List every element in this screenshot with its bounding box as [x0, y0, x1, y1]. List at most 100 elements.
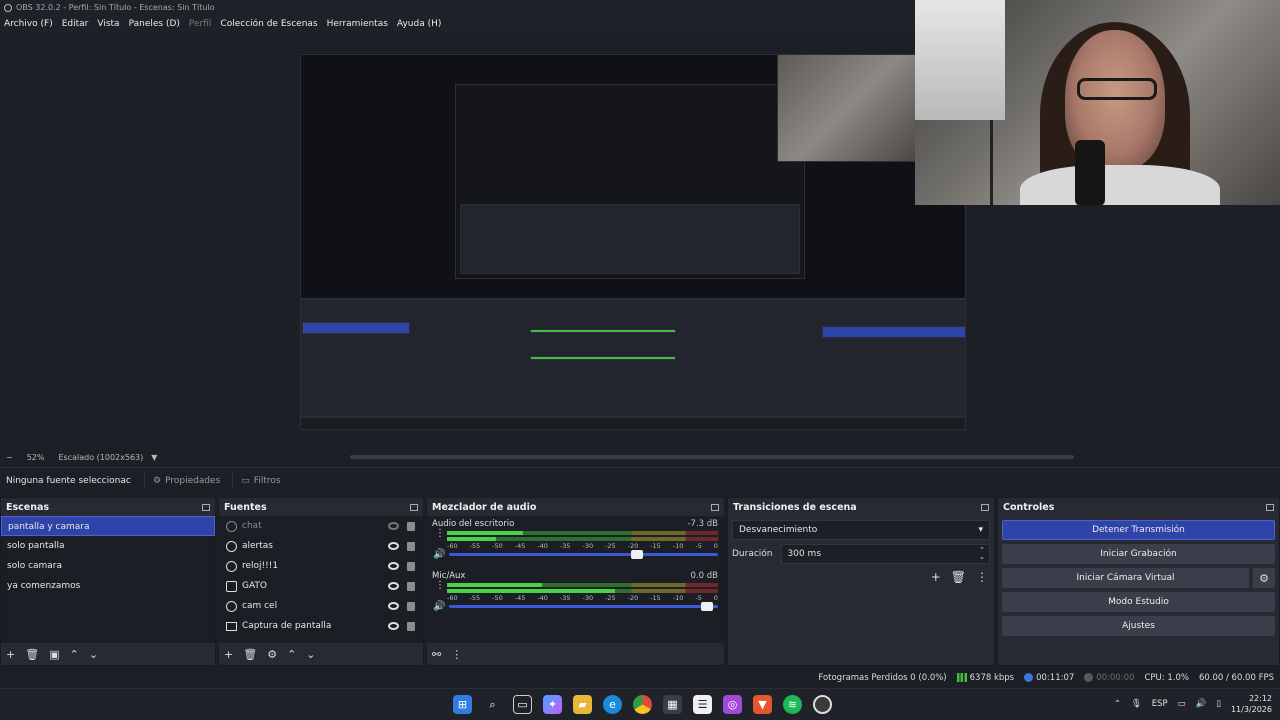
add-transition-icon[interactable]: +	[931, 570, 941, 584]
chevron-up-icon[interactable]: ⌃	[287, 648, 296, 661]
lock-icon[interactable]	[407, 601, 415, 611]
network-icon[interactable]: ▭	[1178, 699, 1186, 709]
obs-icon[interactable]	[813, 695, 832, 714]
speaker-icon[interactable]: 🔊	[433, 601, 445, 612]
volume-icon[interactable]: 🔊	[1196, 699, 1207, 709]
source-item[interactable]: reloj!!!1	[219, 556, 423, 576]
menu-archivo[interactable]: Archivo (F)	[4, 19, 53, 29]
add-source-icon[interactable]: +	[224, 648, 233, 661]
add-scene-icon[interactable]: +	[6, 648, 15, 661]
trash-icon[interactable]: 🗑	[243, 648, 257, 661]
eye-hidden-icon[interactable]	[388, 522, 399, 530]
start-virtualcam-button[interactable]: Iniciar Cámara Virtual	[1002, 568, 1249, 588]
level-meter-left	[447, 531, 718, 535]
lock-icon[interactable]	[407, 581, 415, 591]
eye-icon[interactable]	[388, 562, 399, 570]
undock-icon[interactable]	[711, 503, 719, 511]
undock-icon[interactable]	[410, 503, 418, 511]
app-icon[interactable]: ☰	[693, 695, 712, 714]
more-vertical-icon[interactable]: ⋮	[976, 570, 988, 584]
battery-icon[interactable]: ▯	[1216, 699, 1221, 709]
menu-coleccion-escenas[interactable]: Colección de Escenas	[220, 19, 317, 29]
undock-icon[interactable]	[1266, 503, 1274, 511]
eye-icon[interactable]	[388, 602, 399, 610]
scene-item[interactable]: solo pantalla	[1, 536, 215, 556]
source-item[interactable]: chat	[219, 516, 423, 536]
menu-editar[interactable]: Editar	[62, 19, 89, 29]
eye-icon[interactable]	[388, 622, 399, 630]
undock-icon[interactable]	[981, 503, 989, 511]
spotify-icon[interactable]: ≋	[783, 695, 802, 714]
menu-herramientas[interactable]: Herramientas	[327, 19, 388, 29]
chrome-icon[interactable]	[633, 695, 652, 714]
brave-icon[interactable]: ▼	[753, 695, 772, 714]
menu-ayuda[interactable]: Ayuda (H)	[397, 19, 441, 29]
volume-slider[interactable]	[449, 602, 718, 611]
chevron-down-icon[interactable]: ⌄	[89, 648, 98, 661]
duration-spinbox[interactable]: 300 ms ⌃ ⌄	[780, 544, 990, 564]
eye-icon[interactable]	[388, 542, 399, 550]
settings-button[interactable]: Ajustes	[1002, 616, 1275, 636]
studio-mode-button[interactable]: Modo Estudio	[1002, 592, 1275, 612]
more-vertical-icon[interactable]: ⋮	[435, 529, 445, 539]
preview-canvas[interactable]	[300, 54, 966, 430]
instagram-icon[interactable]: ◎	[723, 695, 742, 714]
source-item[interactable]: GATO	[219, 576, 423, 596]
transition-type-select[interactable]: Desvanecimiento ▾	[732, 520, 990, 540]
filters-button[interactable]: ▭ Filtros	[232, 472, 288, 489]
gear-icon[interactable]: ⚙	[1253, 568, 1275, 588]
source-item[interactable]: cam cel	[219, 596, 423, 616]
zoom-out-icon[interactable]: −	[6, 453, 13, 462]
preview-scrollbar[interactable]	[350, 455, 1074, 459]
menu-perfil[interactable]: Perfil	[189, 19, 212, 29]
lock-icon[interactable]	[407, 521, 415, 531]
eye-icon[interactable]	[388, 582, 399, 590]
lock-icon[interactable]	[407, 621, 415, 631]
menu-vista[interactable]: Vista	[97, 19, 119, 29]
scene-item[interactable]: solo camara	[1, 556, 215, 576]
chevron-up-icon[interactable]: ⌃	[1114, 699, 1121, 709]
source-item[interactable]: Captura de pantalla	[219, 616, 423, 636]
task-view-icon[interactable]: ▭	[513, 695, 532, 714]
windows-start-icon[interactable]: ⊞	[453, 695, 472, 714]
search-icon[interactable]: ⌕	[483, 695, 502, 714]
filters-label: Filtros	[253, 475, 281, 486]
meter-tick-label: -15	[650, 542, 661, 550]
undock-icon[interactable]	[202, 503, 210, 511]
trash-icon[interactable]: 🗑	[951, 570, 966, 584]
speaker-icon[interactable]: 🔊	[433, 549, 445, 560]
lock-icon[interactable]	[407, 561, 415, 571]
lock-icon[interactable]	[407, 541, 415, 551]
source-item[interactable]: alertas	[219, 536, 423, 556]
file-explorer-icon[interactable]: ▰	[573, 695, 592, 714]
meter-tick-label: -25	[605, 594, 616, 602]
meter-tick-label: -35	[559, 542, 571, 550]
start-recording-button[interactable]: Iniciar Grabación	[1002, 544, 1275, 564]
nested-scene-selected	[302, 322, 410, 334]
more-vertical-icon[interactable]: ⋮	[451, 648, 462, 661]
chevron-down-icon[interactable]: ⌄	[306, 648, 315, 661]
volume-slider-handle[interactable]	[630, 550, 643, 559]
trash-icon[interactable]: 🗑	[25, 648, 39, 661]
volume-slider[interactable]	[449, 550, 718, 559]
stop-stream-button[interactable]: Detener Transmisión	[1002, 520, 1275, 540]
language-indicator[interactable]: ESP	[1152, 699, 1168, 709]
gear-icon[interactable]: ⚙	[267, 648, 277, 661]
volume-slider-handle[interactable]	[700, 602, 713, 611]
scene-item[interactable]: pantalla y camara	[1, 516, 215, 536]
status-bar: Fotogramas Perdidos 0 (0.0%) 6378 kbps 0…	[0, 668, 1280, 688]
edge-icon[interactable]: e	[603, 695, 622, 714]
more-vertical-icon[interactable]: ⋮	[435, 581, 445, 591]
link-icon[interactable]: ⚯	[432, 648, 441, 661]
clock[interactable]: 22:12 11/3/2026	[1231, 693, 1272, 715]
chevron-up-icon[interactable]: ⌃	[70, 648, 79, 661]
microphone-icon[interactable]: 🎙	[1131, 699, 1142, 709]
copilot-icon[interactable]: ✦	[543, 695, 562, 714]
properties-button[interactable]: ⚙ Propiedades	[144, 472, 228, 489]
scene-filters-icon[interactable]: ▣	[49, 648, 59, 661]
spin-arrows-icon[interactable]: ⌃ ⌄	[979, 547, 985, 561]
menu-paneles[interactable]: Paneles (D)	[129, 19, 180, 29]
store-icon[interactable]: ▦	[663, 695, 682, 714]
scene-item[interactable]: ya comenzamos	[1, 576, 215, 596]
chevron-down-icon[interactable]: ▼	[151, 453, 157, 462]
